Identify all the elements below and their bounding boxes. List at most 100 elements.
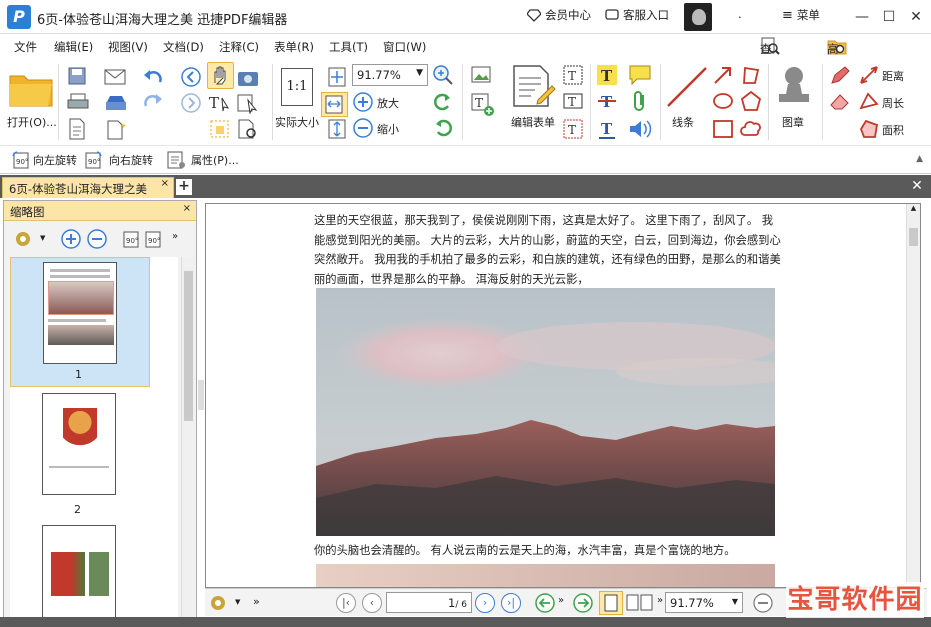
rotate-right-button[interactable]: 90° 向右旋转	[84, 150, 153, 170]
area-icon[interactable]	[858, 118, 880, 140]
note-icon[interactable]	[628, 64, 652, 86]
close-button[interactable]: ✕	[906, 7, 926, 27]
properties-button[interactable]: 属性(P)...	[166, 150, 239, 170]
prev-page-button[interactable]: ‹	[362, 593, 382, 613]
menu-button[interactable]: ≡ 菜单	[782, 7, 820, 23]
text-box-icon[interactable]: T	[562, 90, 584, 112]
document-scrollbar[interactable]: ▲	[906, 204, 920, 587]
menu-window[interactable]: 窗口(W)	[383, 39, 426, 55]
thumbnail-page-3[interactable]	[42, 525, 116, 617]
minimize-button[interactable]: —	[852, 7, 872, 27]
strikeout-icon[interactable]: T	[596, 90, 618, 112]
new-tab-button[interactable]: +	[176, 179, 192, 195]
link-doc-icon[interactable]	[236, 118, 260, 140]
scroll-up-icon[interactable]: ▲	[908, 204, 919, 216]
chevron-down-icon[interactable]: ▼	[40, 234, 45, 242]
undo-icon[interactable]	[142, 68, 164, 86]
member-center-button[interactable]: 会员中心	[527, 7, 591, 23]
open-folder-icon[interactable]	[8, 68, 56, 108]
chevron-down-icon[interactable]: ▼	[235, 598, 240, 606]
rotate-left-button[interactable]: 90° 向左旋转	[8, 150, 77, 170]
email-icon[interactable]	[104, 68, 126, 86]
insert-image-icon[interactable]	[470, 64, 494, 86]
page-number-field[interactable]: 1/ 6	[386, 592, 472, 613]
hand-tool-button[interactable]	[207, 62, 234, 89]
zoom-select[interactable]: 91.77% ▼	[352, 64, 428, 86]
status-zoom-select[interactable]: 91.77% ▼	[665, 592, 743, 613]
continuous-page-icon[interactable]	[625, 593, 657, 613]
fit-visible-icon[interactable]	[326, 118, 348, 140]
new-document-icon[interactable]	[104, 118, 128, 140]
fit-width-button[interactable]	[321, 92, 348, 117]
rotate-right-thumb-icon[interactable]: 90°	[144, 228, 166, 250]
expand-icon[interactable]: »	[253, 595, 260, 608]
open-button-label[interactable]: 打开(O)...	[7, 114, 57, 130]
panel-splitter[interactable]	[198, 380, 204, 410]
more-nav-icon[interactable]: »	[558, 595, 564, 606]
edit-form-label[interactable]: 编辑表单	[511, 114, 555, 130]
zoom-in-icon[interactable]	[352, 91, 374, 113]
line-icon[interactable]	[664, 64, 710, 110]
polygon-icon[interactable]	[740, 64, 762, 86]
document-icon[interactable]	[67, 118, 87, 140]
pencil-icon[interactable]	[829, 64, 851, 86]
menu-file[interactable]: 文件	[14, 39, 37, 55]
save-icon[interactable]	[67, 66, 87, 86]
edit-form-icon[interactable]	[510, 64, 556, 110]
tab-close-icon[interactable]: ×	[161, 178, 169, 189]
thumbnail-scrollbar[interactable]	[181, 257, 195, 617]
zoom-in-label[interactable]: 放大	[377, 95, 399, 111]
stamp-icon[interactable]	[774, 64, 814, 110]
distance-label[interactable]: 距离	[882, 68, 904, 84]
magnifier-icon[interactable]	[432, 64, 456, 86]
menu-tools[interactable]: 工具(T)	[329, 39, 368, 55]
perimeter-label[interactable]: 周长	[882, 95, 904, 111]
collapse-ribbon-icon[interactable]: ▲	[916, 154, 923, 164]
last-page-button[interactable]: ›|	[501, 593, 521, 613]
highlight-text-icon[interactable]: T	[596, 64, 618, 86]
attachment-icon[interactable]	[630, 90, 650, 114]
scan-icon[interactable]	[104, 92, 128, 112]
cloud-icon[interactable]	[740, 118, 762, 140]
advanced-find-button[interactable]: 高级查找(S)	[827, 36, 847, 119]
add-text-box-icon[interactable]: T	[470, 92, 496, 118]
settings-gear-icon[interactable]	[207, 592, 229, 614]
text-field-icon[interactable]: T	[562, 64, 584, 86]
perimeter-icon[interactable]	[858, 90, 880, 112]
close-document-button[interactable]: ✕	[909, 178, 925, 194]
customer-service-button[interactable]: 客服入口	[605, 7, 669, 23]
rotate-ccw-icon[interactable]	[432, 92, 454, 112]
zoom-out-icon[interactable]	[352, 117, 374, 139]
ellipse-icon[interactable]	[712, 90, 734, 112]
rotate-left-thumb-icon[interactable]: 90°	[118, 228, 140, 250]
user-avatar[interactable]	[684, 3, 712, 31]
underline-icon[interactable]: T	[596, 118, 618, 140]
eraser-icon[interactable]	[829, 90, 851, 112]
back-icon[interactable]	[180, 66, 202, 88]
forward-icon[interactable]	[180, 92, 202, 114]
snapshot-icon[interactable]	[236, 66, 260, 88]
menu-form[interactable]: 表单(R)	[274, 39, 314, 55]
go-forward-icon[interactable]	[573, 593, 593, 613]
pentagon-icon[interactable]	[740, 90, 762, 112]
find-button[interactable]: 查找(F)	[760, 36, 780, 87]
distance-icon[interactable]	[858, 64, 880, 86]
menu-view[interactable]: 视图(V)	[108, 39, 148, 55]
rectangle-icon[interactable]	[712, 118, 734, 140]
status-zoom-out-icon[interactable]	[753, 593, 773, 613]
gear-icon[interactable]	[12, 228, 36, 250]
zoom-in-thumb-icon[interactable]	[60, 228, 82, 250]
actual-size-icon[interactable]: 1:1	[281, 68, 313, 106]
single-page-view-button[interactable]	[599, 591, 623, 615]
go-back-icon[interactable]	[535, 593, 555, 613]
menu-comment[interactable]: 注释(C)	[219, 39, 259, 55]
menu-document[interactable]: 文档(D)	[163, 39, 204, 55]
more-view-icon[interactable]: »	[657, 595, 663, 606]
zoom-out-thumb-icon[interactable]	[86, 228, 108, 250]
first-page-button[interactable]: |‹	[336, 593, 356, 613]
panel-close-icon[interactable]: ×	[183, 203, 191, 214]
stamp-label[interactable]: 图章	[782, 114, 804, 130]
rotate-cw-icon[interactable]	[432, 118, 454, 138]
fit-page-icon[interactable]	[326, 66, 348, 88]
print-icon[interactable]	[67, 92, 89, 112]
